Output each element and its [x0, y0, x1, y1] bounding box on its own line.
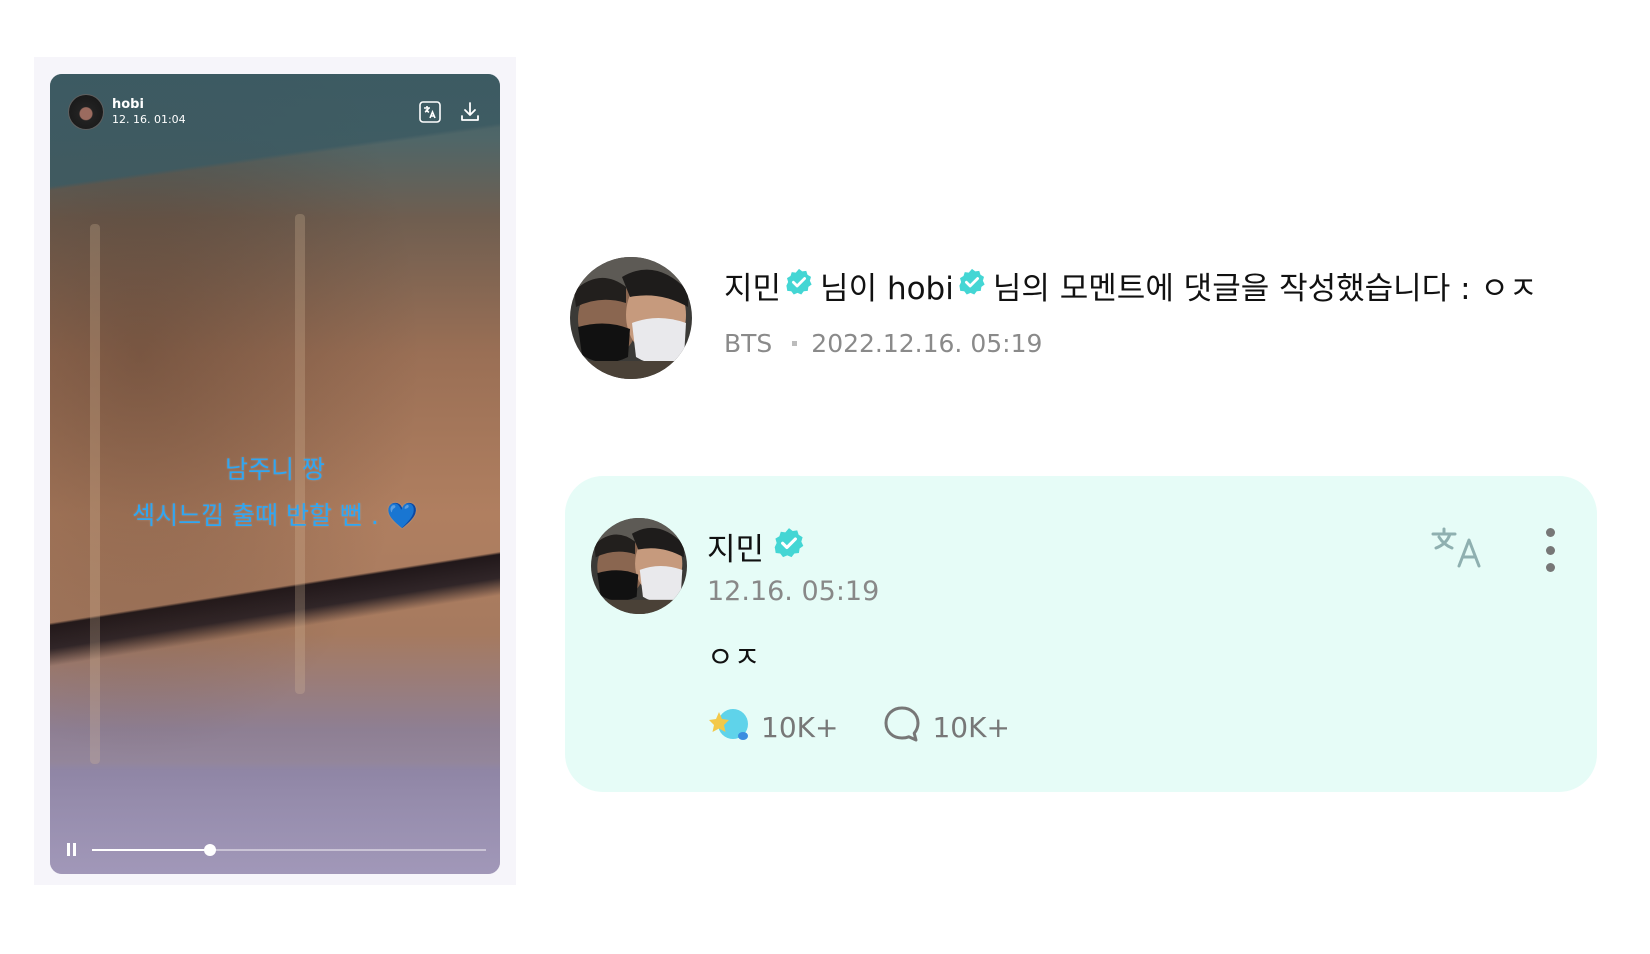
- notification-meta: BTS 2022.12.16. 05:19: [724, 329, 1042, 358]
- verified-badge-icon: [957, 267, 987, 305]
- moment-header: hobi 12. 16. 01:04: [68, 94, 482, 130]
- avatar[interactable]: [591, 518, 687, 614]
- progress-bar[interactable]: [92, 844, 486, 856]
- comment-author: 지민: [707, 524, 806, 569]
- notification-text: 님이 hobi: [820, 271, 954, 307]
- translate-icon[interactable]: [418, 100, 442, 124]
- moment-timestamp: 12. 16. 01:04: [112, 113, 186, 127]
- reply-button[interactable]: 10K+: [882, 704, 1010, 751]
- video-controls: [64, 840, 486, 860]
- moment-caption: 남주니 짱 섹시느낌 출때 반할 뻔 . 💙: [50, 447, 500, 539]
- comment-actions: 10K+ 10K+: [707, 704, 1010, 751]
- progress-fill: [92, 849, 211, 851]
- reply-count: 10K+: [932, 711, 1010, 744]
- notification-text: 님의 모멘트에 댓글을 작성했습니다 : ㅇㅈ: [992, 271, 1538, 307]
- more-vertical-icon[interactable]: [1543, 528, 1557, 572]
- comment-body: ㅇㅈ: [707, 640, 761, 674]
- reply-icon: [882, 704, 932, 751]
- notification-datetime: 2022.12.16. 05:19: [811, 329, 1043, 358]
- caption-line: 남주니 짱: [225, 455, 325, 484]
- like-button[interactable]: 10K+: [707, 704, 838, 751]
- moment-viewer[interactable]: hobi 12. 16. 01:04 남주니 짱 섹시느낌 출때 반할 뻔 . …: [50, 74, 500, 874]
- pause-icon[interactable]: [64, 843, 78, 857]
- verified-badge-icon: [784, 267, 814, 305]
- like-icon: [707, 704, 761, 751]
- moment-username[interactable]: hobi: [112, 97, 186, 113]
- caption-line: 섹시느낌 출때 반할 뻔 . 💙: [132, 501, 418, 530]
- separator-dot: [792, 341, 798, 346]
- progress-handle[interactable]: [204, 844, 217, 856]
- author-name[interactable]: 지민: [707, 524, 764, 569]
- comment-card: 지민 12.16. 05:19 ㅇㅈ 10K+ 10K+: [565, 476, 1597, 792]
- comment-time: 12.16. 05:19: [707, 576, 880, 607]
- like-count: 10K+: [761, 711, 839, 744]
- avatar[interactable]: [68, 94, 104, 130]
- avatar[interactable]: [570, 257, 692, 379]
- translate-icon[interactable]: [1431, 526, 1487, 570]
- notification-title: 지민 님이 hobi 님의 모멘트에 댓글을 작성했습니다 : ㅇㅈ: [724, 263, 1537, 308]
- actor-name[interactable]: 지민: [724, 263, 781, 308]
- group-name: BTS: [724, 329, 773, 358]
- download-icon[interactable]: [458, 100, 482, 124]
- verified-badge-icon: [772, 526, 806, 568]
